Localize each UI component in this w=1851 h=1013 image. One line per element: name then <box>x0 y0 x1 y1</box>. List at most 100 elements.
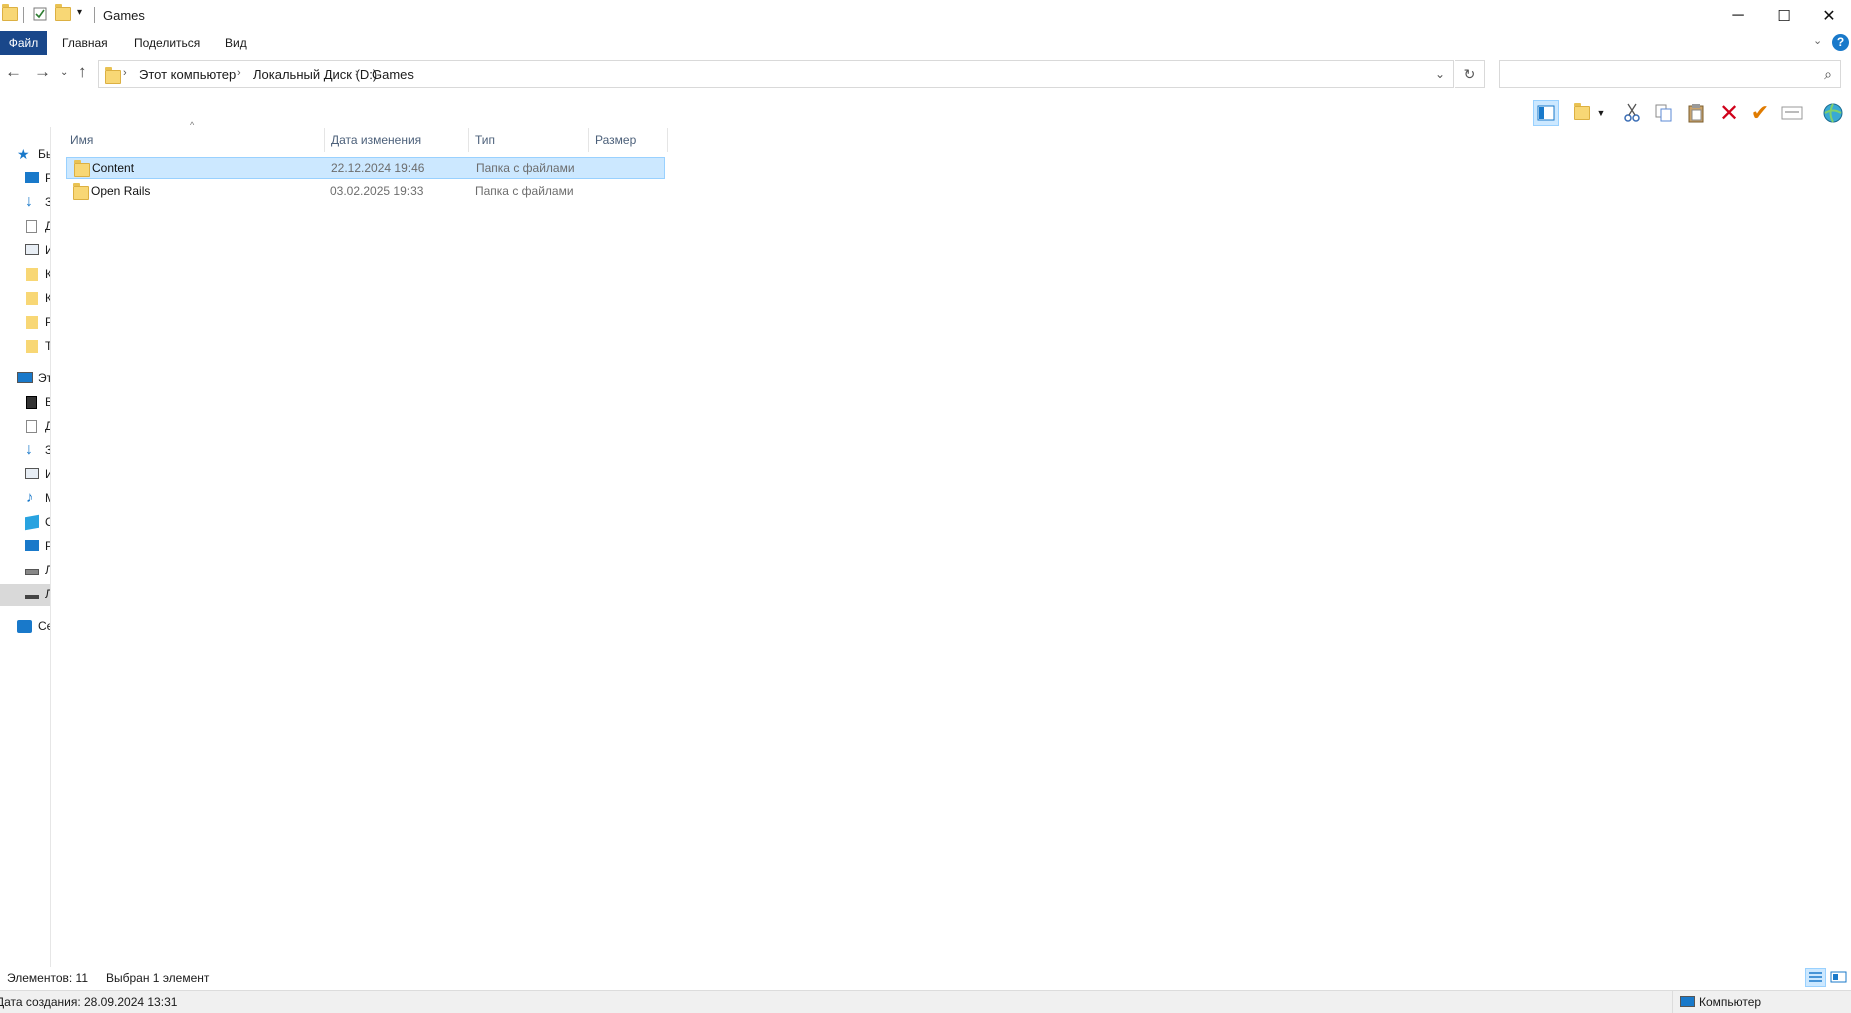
items-count: Элементов: 11 <box>7 971 88 985</box>
tab-home[interactable]: Главная <box>62 31 108 55</box>
column-divider[interactable] <box>468 128 469 152</box>
file-row-content[interactable]: Content 22.12.2024 19:46 Папка с файлами <box>66 157 665 179</box>
navigation-pane[interactable]: ★ Бы Р ↓ З Д И К К Р Т Эт В Д <box>0 127 51 978</box>
nav-videos[interactable]: В <box>0 392 50 414</box>
download-icon: ↓ <box>25 441 33 458</box>
nav-documents-pc[interactable]: Д <box>0 416 50 438</box>
column-divider[interactable] <box>324 128 325 152</box>
forward-arrow-icon[interactable]: → <box>34 62 51 82</box>
large-icons-view-icon[interactable] <box>1829 968 1848 987</box>
folder-icon <box>2 4 18 21</box>
minimize-button[interactable]: ─ <box>1715 0 1761 31</box>
maximize-button[interactable]: ☐ <box>1761 0 1807 31</box>
address-bar[interactable]: › Этот компьютер › Локальный Диск (D:) ›… <box>98 60 1454 88</box>
title-bar: ▾ Games ─ ☐ ✕ <box>0 0 1851 31</box>
nav-desktop-pc[interactable]: Р <box>0 536 50 558</box>
dropdown-arrow-icon[interactable]: ▼ <box>1595 100 1607 126</box>
recent-locations-icon[interactable]: ⌄ <box>60 67 68 78</box>
details-view-icon[interactable] <box>1805 968 1826 987</box>
nav-quick-access[interactable]: ★ Бы <box>0 144 50 166</box>
ribbon-tabs: Файл Главная Поделиться Вид ⌄ ? <box>0 31 1851 55</box>
nav-this-pc[interactable]: Эт <box>0 368 50 390</box>
nav-folder-3[interactable]: Р <box>0 312 50 334</box>
pictures-icon <box>25 244 39 255</box>
nav-folder-1[interactable]: К <box>0 264 50 286</box>
folder-icon <box>26 268 38 281</box>
chevron-right-icon[interactable]: › <box>237 67 241 79</box>
column-header-type[interactable]: Тип <box>475 128 495 152</box>
nav-network[interactable]: Се <box>0 616 50 638</box>
folder-icon <box>26 292 38 305</box>
network-icon <box>17 620 32 633</box>
folder-icon <box>73 183 89 200</box>
column-header-size[interactable]: Размер <box>595 128 636 152</box>
video-icon <box>26 396 37 409</box>
computer-icon <box>1680 996 1695 1007</box>
nav-downloads[interactable]: ↓ З <box>0 192 50 214</box>
3d-objects-icon <box>25 514 39 531</box>
tab-view[interactable]: Вид <box>225 31 247 55</box>
file-name: Content <box>92 161 135 175</box>
file-date: 03.02.2025 19:33 <box>330 184 424 198</box>
tab-file[interactable]: Файл <box>0 31 47 55</box>
properties-icon[interactable] <box>33 7 47 21</box>
refresh-button[interactable]: ↻ <box>1455 60 1485 88</box>
tab-share[interactable]: Поделиться <box>134 31 200 55</box>
properties-toolbar-icon[interactable] <box>1779 100 1805 126</box>
delete-icon[interactable]: ✕ <box>1716 100 1742 127</box>
document-icon <box>26 220 37 233</box>
file-date: 22.12.2024 19:46 <box>331 161 425 175</box>
folder-icon <box>26 340 38 353</box>
chevron-right-icon[interactable]: › <box>123 67 127 79</box>
paste-icon[interactable] <box>1683 100 1709 126</box>
nav-3d-objects[interactable]: О <box>0 512 50 534</box>
preview-pane-icon[interactable] <box>1533 100 1559 126</box>
folder-icon <box>105 67 121 84</box>
column-divider[interactable] <box>588 128 589 152</box>
separator <box>94 7 95 23</box>
search-input[interactable]: ⌕ <box>1499 60 1841 88</box>
sort-up-icon: ^ <box>190 120 195 130</box>
selected-count: Выбран 1 элемент <box>106 971 210 985</box>
globe-icon[interactable] <box>1820 100 1846 126</box>
rename-check-icon[interactable]: ✔ <box>1747 100 1773 126</box>
copy-icon[interactable] <box>1651 100 1677 126</box>
back-arrow-icon[interactable]: ← <box>5 62 22 82</box>
created-date: Дата создания: 28.09.2024 13:31 <box>0 995 178 1009</box>
help-icon[interactable]: ? <box>1832 34 1849 51</box>
cut-icon[interactable] <box>1619 100 1645 126</box>
column-header-date[interactable]: Дата изменения <box>331 128 421 152</box>
details-status-bar: Дата создания: 28.09.2024 13:31 Компьюте… <box>0 990 1851 1013</box>
computer-icon <box>17 372 33 383</box>
new-folder-icon[interactable] <box>55 4 71 21</box>
nav-pictures[interactable]: И <box>0 240 50 262</box>
chevron-down-icon[interactable]: ⌄ <box>1435 67 1445 81</box>
new-folder-toolbar-icon[interactable] <box>1569 100 1595 126</box>
download-icon: ↓ <box>25 193 33 210</box>
breadcrumb-this-pc[interactable]: Этот компьютер <box>139 67 236 82</box>
breadcrumb-games[interactable]: Games <box>372 67 414 82</box>
nav-documents[interactable]: Д <box>0 216 50 238</box>
file-type: Папка с файлами <box>476 161 575 175</box>
document-icon <box>26 420 37 433</box>
column-header-name[interactable]: Имя <box>70 128 93 152</box>
quick-access-dropdown-icon[interactable]: ▾ <box>77 7 82 18</box>
up-arrow-icon[interactable]: ↑ <box>78 62 87 82</box>
close-button[interactable]: ✕ <box>1806 0 1851 31</box>
nav-folder-4[interactable]: Т <box>0 336 50 358</box>
nav-folder-2[interactable]: К <box>0 288 50 310</box>
separator <box>23 7 24 23</box>
nav-drive-c[interactable]: Л <box>0 560 50 582</box>
file-name: Open Rails <box>91 184 151 198</box>
expand-ribbon-icon[interactable]: ⌄ <box>1813 34 1822 47</box>
file-row-open-rails[interactable]: Open Rails 03.02.2025 19:33 Папка с файл… <box>66 181 665 203</box>
column-divider[interactable] <box>667 128 668 152</box>
chevron-right-icon[interactable]: › <box>355 67 359 79</box>
nav-music[interactable]: ♪ М <box>0 488 50 510</box>
nav-desktop[interactable]: Р <box>0 168 50 190</box>
nav-pictures-pc[interactable]: И <box>0 464 50 486</box>
folder-icon <box>74 160 90 177</box>
nav-drive-d[interactable]: Л <box>0 584 50 606</box>
nav-downloads-pc[interactable]: ↓ З <box>0 440 50 462</box>
drive-icon <box>25 569 39 575</box>
